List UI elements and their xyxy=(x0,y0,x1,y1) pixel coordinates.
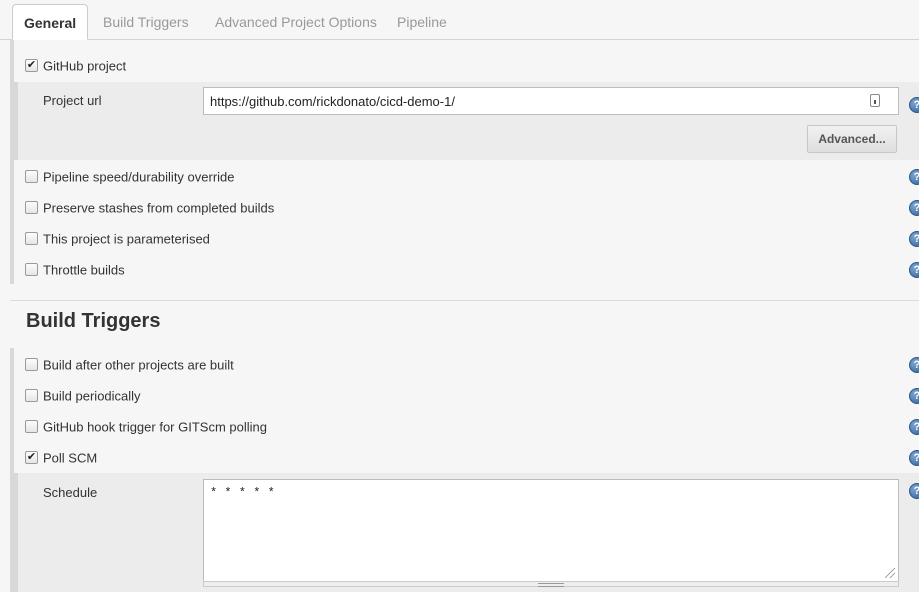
field-autofill-icon[interactable] xyxy=(870,94,880,107)
tab-pipeline[interactable]: Pipeline xyxy=(386,4,458,40)
trigger-label: Build after other projects are built xyxy=(43,357,234,372)
build-periodically-checkbox[interactable] xyxy=(25,388,38,402)
option-row: Pipeline speed/durability override ? xyxy=(14,161,919,192)
preserve-stashes-checkbox[interactable] xyxy=(25,200,38,214)
project-url-input[interactable] xyxy=(203,87,899,115)
schedule-textarea[interactable]: * * * * * xyxy=(203,479,899,582)
tab-bar: General Build Triggers Advanced Project … xyxy=(0,0,919,40)
github-project-checkbox[interactable]: ✔ xyxy=(25,58,38,72)
schedule-label: Schedule xyxy=(43,485,98,500)
trigger-label: Poll SCM xyxy=(43,450,98,465)
build-after-other-projects-checkbox[interactable] xyxy=(25,357,38,371)
option-label: This project is parameterised xyxy=(43,231,210,246)
throttle-builds-checkbox[interactable] xyxy=(25,262,38,276)
tab-build-triggers[interactable]: Build Triggers xyxy=(92,4,200,40)
project-url-label: Project url xyxy=(43,93,102,108)
help-icon[interactable]: ? xyxy=(909,97,919,113)
help-icon[interactable]: ? xyxy=(909,418,919,435)
option-row: Preserve stashes from completed builds ? xyxy=(14,192,919,223)
poll-scm-checkbox[interactable]: ✔ xyxy=(25,450,38,464)
option-label: Pipeline speed/durability override xyxy=(43,169,235,184)
trigger-row: ✔ Poll SCM ? xyxy=(14,442,919,473)
help-icon[interactable]: ? xyxy=(909,199,919,216)
build-triggers-heading: Build Triggers xyxy=(26,310,161,332)
resize-grip-icon[interactable] xyxy=(885,568,895,578)
advanced-button[interactable]: Advanced... xyxy=(807,125,897,153)
trigger-label: Build periodically xyxy=(43,388,141,403)
textarea-expand-handle[interactable] xyxy=(203,581,899,587)
trigger-row: GitHub hook trigger for GITScm polling ? xyxy=(14,411,919,442)
trigger-label: GitHub hook trigger for GITScm polling xyxy=(43,419,267,434)
option-row: Throttle builds ? xyxy=(14,254,919,285)
help-icon[interactable]: ? xyxy=(909,230,919,247)
help-icon[interactable]: ? xyxy=(909,387,919,404)
github-project-label: GitHub project xyxy=(43,58,127,73)
help-icon[interactable]: ? xyxy=(909,449,919,466)
section-divider xyxy=(10,300,919,301)
option-label: Throttle builds xyxy=(43,262,125,277)
help-icon[interactable]: ? xyxy=(909,356,919,373)
help-icon[interactable]: ? xyxy=(909,168,919,185)
trigger-row: Build periodically ? xyxy=(14,380,919,411)
github-hook-trigger-checkbox[interactable] xyxy=(25,419,38,433)
config-form: ✔ GitHub project Project url ? Advanced.… xyxy=(0,40,919,592)
tab-general[interactable]: General xyxy=(12,4,89,40)
help-icon[interactable]: ? xyxy=(909,483,919,499)
option-row: This project is parameterised ? xyxy=(14,223,919,254)
option-row-github-project: ✔ GitHub project xyxy=(14,50,919,81)
option-label: Preserve stashes from completed builds xyxy=(43,200,275,215)
pipeline-durability-checkbox[interactable] xyxy=(25,169,38,183)
tab-advanced-project-options[interactable]: Advanced Project Options xyxy=(204,4,388,40)
trigger-row: Build after other projects are built ? xyxy=(14,349,919,380)
subsection-bar xyxy=(14,82,18,160)
parameterised-checkbox[interactable] xyxy=(25,231,38,245)
help-icon[interactable]: ? xyxy=(909,261,919,278)
subsection-bar xyxy=(14,473,18,592)
